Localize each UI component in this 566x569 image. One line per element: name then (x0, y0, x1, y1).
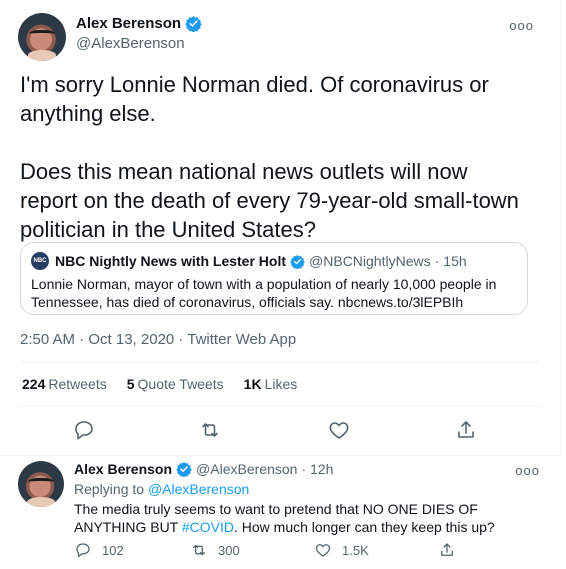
replying-handle-link[interactable]: @AlexBerenson (148, 481, 249, 497)
more-icon[interactable]: ooo (515, 463, 540, 478)
retweet-icon[interactable] (198, 418, 222, 442)
quoted-author-name[interactable]: NBC Nightly News with Lester Holt (55, 253, 286, 269)
avatar-collar (27, 496, 55, 507)
quoted-author-handle[interactable]: @NBCNightlyNews (309, 253, 431, 269)
main-tweet[interactable]: Alex Berenson @AlexBerenson ooo I'm sorr… (0, 0, 561, 455)
avatar-glasses (28, 30, 56, 40)
reply-author-name[interactable]: Alex Berenson (74, 461, 172, 477)
verified-badge-icon (290, 254, 305, 269)
reply-icon[interactable] (72, 418, 96, 442)
reply-icon (76, 543, 90, 558)
quoted-timestamp[interactable]: 15h (443, 253, 466, 269)
avatar[interactable] (18, 13, 66, 61)
likes-label: Likes (264, 376, 298, 392)
reply-actions: 102 300 1.5K (74, 541, 534, 561)
reply-author-handle[interactable]: @AlexBerenson (196, 461, 297, 477)
retweets-label: Retweets (48, 376, 107, 392)
quoted-tweet[interactable]: NBC NEWS NBC Nightly News with Lester Ho… (20, 242, 528, 315)
share-icon (441, 543, 453, 556)
tweet-stats: 224 Retweets 5 Quote Tweets 1K Likes (22, 376, 297, 392)
retweets-count: 224 (22, 376, 46, 392)
author-name[interactable]: Alex Berenson (76, 15, 181, 32)
like-icon (315, 544, 331, 557)
divider (20, 406, 540, 407)
quoted-separator: · (434, 253, 440, 269)
reply-separator: · (301, 461, 307, 477)
quoted-avatar[interactable]: NBC NEWS (31, 252, 49, 282)
quote-tweets-stat[interactable]: 5 Quote Tweets (127, 376, 224, 392)
reply-like-button[interactable]: 1.5K (314, 541, 369, 559)
like-count: 1.5K (342, 542, 369, 558)
tweet-meta: 2:50 AM · Oct 13, 2020 · Twitter Web App (20, 331, 296, 348)
replying-prefix: Replying to (74, 481, 145, 497)
meta-separator: · (178, 331, 184, 348)
verified-badge-icon (176, 462, 192, 477)
hashtag-link[interactable]: #COVID (182, 519, 234, 535)
reply-text: The media truly seems to want to pretend… (74, 500, 534, 536)
divider (20, 362, 540, 363)
quoted-header: NBC Nightly News with Lester Holt @NBCNi… (55, 253, 467, 269)
like-icon[interactable] (327, 418, 351, 442)
retweet-icon (193, 544, 205, 556)
quote-tweets-label: Quote Tweets (137, 376, 224, 392)
reply-reply-button[interactable]: 102 (74, 541, 124, 559)
share-icon[interactable] (454, 418, 478, 442)
reply-header: Alex Berenson @AlexBerenson · 12h (74, 461, 333, 477)
tweet-text: I'm sorry Lonnie Norman died. Of coronav… (20, 72, 519, 242)
author-handle[interactable]: @AlexBerenson (76, 35, 185, 52)
likes-stat[interactable]: 1K Likes (244, 376, 298, 392)
verified-badge-icon (185, 16, 202, 32)
avatar[interactable] (18, 461, 64, 507)
replying-to: Replying to @AlexBerenson (74, 481, 249, 497)
reply-timestamp[interactable]: 12h (310, 461, 333, 477)
tweet-actions (0, 418, 566, 442)
author-name-row: Alex Berenson (76, 15, 202, 32)
reply-retweet-button[interactable]: 300 (190, 541, 240, 559)
avatar-glasses (28, 477, 54, 487)
more-icon[interactable]: ooo (509, 18, 534, 33)
avatar-collar (27, 50, 57, 61)
reply-count: 102 (102, 542, 124, 558)
likes-count: 1K (243, 376, 262, 392)
retweet-count: 300 (218, 542, 240, 558)
tweet-timestamp[interactable]: 2:50 AM · Oct 13, 2020 (20, 331, 174, 348)
quote-tweets-count: 5 (126, 376, 135, 392)
retweets-stat[interactable]: 224 Retweets (22, 376, 107, 392)
reply-share-button[interactable] (438, 541, 456, 559)
quoted-text: Lonnie Norman, mayor of town with a popu… (31, 276, 497, 310)
reply-text-end: . How much longer can they keep this up? (234, 519, 495, 535)
tweet-source[interactable]: Twitter Web App (187, 331, 296, 348)
